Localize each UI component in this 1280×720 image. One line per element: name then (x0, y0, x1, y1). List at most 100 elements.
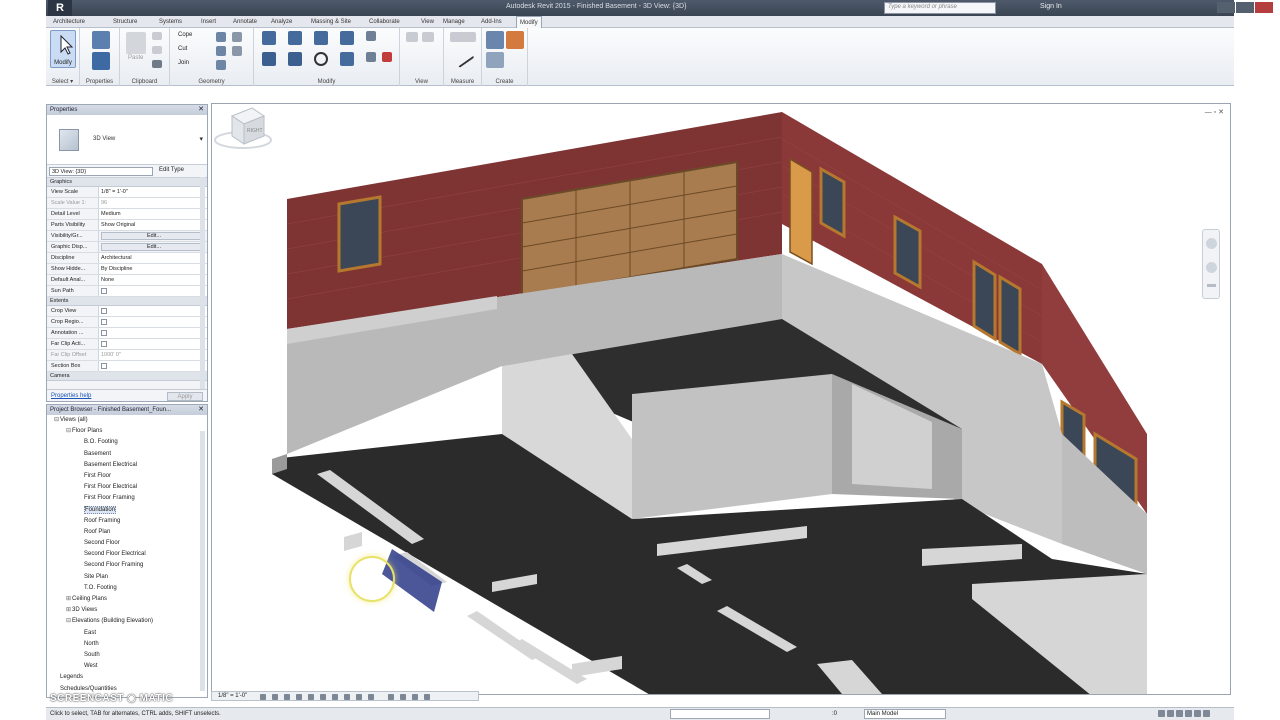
graphics-row[interactable]: Scale Value 1: 96 (47, 198, 207, 209)
expand-toggle-icon[interactable]: ⊟ (65, 616, 72, 627)
graphics-row[interactable]: Parts Visibility Show Original (47, 220, 207, 231)
render-icon[interactable] (308, 694, 314, 700)
zoom-icon[interactable] (1206, 262, 1217, 273)
temp-hide-icon[interactable] (356, 694, 362, 700)
extents-row[interactable]: Section Box (47, 361, 207, 372)
split-icon[interactable] (366, 52, 376, 62)
checkbox[interactable] (101, 341, 107, 347)
close-icon[interactable]: ✕ (198, 405, 204, 415)
expand-toggle-icon[interactable]: ⊟ (53, 415, 60, 426)
tree-item[interactable]: First Floor Framing (47, 493, 207, 504)
tab-add-ins[interactable]: Add-Ins (478, 16, 505, 28)
tree-item[interactable]: Second Floor Framing (47, 560, 207, 571)
apply-button[interactable]: Apply (167, 392, 203, 401)
extents-row[interactable]: Crop View (47, 306, 207, 317)
create-group-icon[interactable] (486, 52, 504, 68)
highlight-displacement-icon[interactable] (400, 694, 406, 700)
expand-toggle-icon[interactable]: ⊞ (65, 594, 72, 605)
type-selector[interactable]: 3D View ▾ (47, 115, 207, 165)
shadows-icon[interactable] (296, 694, 302, 700)
section-camera[interactable]: Camera (47, 372, 207, 381)
view-window-controls[interactable]: — ▫ ✕ (1205, 108, 1224, 116)
property-value[interactable]: By Discipline (99, 264, 207, 274)
select-underlay-icon[interactable] (1167, 710, 1174, 717)
tree-item[interactable]: West (47, 661, 207, 672)
graphics-row[interactable]: Show Hidde... By Discipline (47, 264, 207, 275)
offset-icon[interactable] (288, 31, 302, 45)
tab-modify[interactable]: Modify (516, 16, 542, 28)
tree-item[interactable]: ⊞3D Views (47, 605, 207, 616)
beam-join-icon[interactable] (216, 60, 226, 70)
unlock-view-icon[interactable] (344, 694, 350, 700)
paint-icon[interactable] (232, 32, 242, 42)
measure-icon[interactable] (450, 32, 476, 42)
tab-massing-site[interactable]: Massing & Site (308, 16, 354, 28)
cut-geometry-label[interactable]: Cut (178, 46, 187, 52)
tree-item[interactable]: Basement (47, 449, 207, 460)
tab-analyze[interactable]: Analyze (268, 16, 295, 28)
minimize-button[interactable] (1217, 2, 1235, 13)
rotate-icon[interactable] (314, 52, 328, 66)
close-icon[interactable]: ✕ (198, 105, 204, 115)
delete-icon[interactable] (382, 52, 392, 62)
graphics-row[interactable]: Detail Level Medium (47, 209, 207, 220)
property-value[interactable]: 1/8" = 1'-0" (99, 187, 207, 197)
tree-item[interactable]: ⊟Elevations (Building Elevation) (47, 616, 207, 627)
tree-item[interactable]: Basement Electrical (47, 460, 207, 471)
tree-item[interactable]: T.O. Footing (47, 583, 207, 594)
tree-item[interactable]: ⊟Views (all) (47, 415, 207, 426)
join-label[interactable]: Join (178, 60, 189, 66)
mirror-axis-icon[interactable] (314, 31, 328, 45)
tree-item[interactable]: South (47, 650, 207, 661)
properties-help-link[interactable]: Properties help (51, 390, 91, 402)
nav-options-icon[interactable] (1207, 284, 1216, 287)
tab-systems[interactable]: Systems (156, 16, 185, 28)
dimension-icon[interactable] (451, 46, 475, 68)
graphics-row[interactable]: Discipline Architectural (47, 253, 207, 264)
section-extents[interactable]: Extents (47, 297, 207, 306)
modify-button[interactable]: Modify (50, 30, 76, 68)
instance-filter-select[interactable]: 3D View: {3D} (49, 167, 153, 176)
maximize-button[interactable] (1236, 2, 1254, 13)
override-graphics-icon[interactable] (406, 32, 418, 42)
3d-viewport[interactable]: — ▫ ✕ RIGHT (211, 103, 1231, 695)
edit-type-button[interactable]: Edit Type (159, 167, 184, 173)
viewcube[interactable]: RIGHT (212, 104, 274, 152)
browser-scrollbar[interactable] (200, 431, 205, 691)
edit-button[interactable]: Edit... (101, 243, 205, 251)
tree-item[interactable]: Second Floor (47, 538, 207, 549)
application-menu-button[interactable]: R (48, 0, 72, 16)
tab-view[interactable]: View (418, 16, 437, 28)
expand-toggle-icon[interactable]: ⊟ (65, 426, 72, 437)
graphics-row[interactable]: Default Anal... None (47, 275, 207, 286)
align-icon[interactable] (262, 31, 276, 45)
section-graphics[interactable]: Graphics (47, 178, 207, 187)
split-face-icon[interactable] (216, 32, 226, 42)
property-value[interactable]: 96 (99, 198, 207, 208)
tab-annotate[interactable]: Annotate (230, 16, 260, 28)
select-pinned-icon[interactable] (1176, 710, 1183, 717)
select-links-icon[interactable] (1158, 710, 1165, 717)
demolish-icon[interactable] (232, 46, 242, 56)
graphics-row[interactable]: View Scale 1/8" = 1'-0" (47, 187, 207, 198)
tree-item[interactable]: Roof Plan (47, 527, 207, 538)
extents-row[interactable]: Annotation ... (47, 328, 207, 339)
copy-icon[interactable] (288, 52, 302, 66)
move-icon[interactable] (262, 52, 276, 66)
hide-icon[interactable] (422, 32, 434, 42)
tab-insert[interactable]: Insert (198, 16, 219, 28)
extents-row[interactable]: Far Clip Acti... (47, 339, 207, 350)
checkbox[interactable] (101, 363, 107, 369)
tree-item[interactable]: ⊟Floor Plans (47, 426, 207, 437)
property-value[interactable]: Medium (99, 209, 207, 219)
tree-item[interactable]: Legends (47, 672, 207, 683)
properties-icon[interactable] (92, 52, 110, 70)
property-value[interactable]: 1000' 0" (99, 350, 207, 360)
tree-item[interactable]: Site Plan (47, 572, 207, 583)
match-properties-icon[interactable] (152, 60, 162, 68)
tree-item[interactable]: Foundation (47, 505, 207, 516)
graphics-row[interactable]: Visibility/Gr... Edit... (47, 231, 207, 242)
crop-view-icon[interactable] (320, 694, 326, 700)
trim-extend-icon[interactable] (366, 31, 376, 41)
design-option-select[interactable]: Main Model (864, 709, 946, 719)
